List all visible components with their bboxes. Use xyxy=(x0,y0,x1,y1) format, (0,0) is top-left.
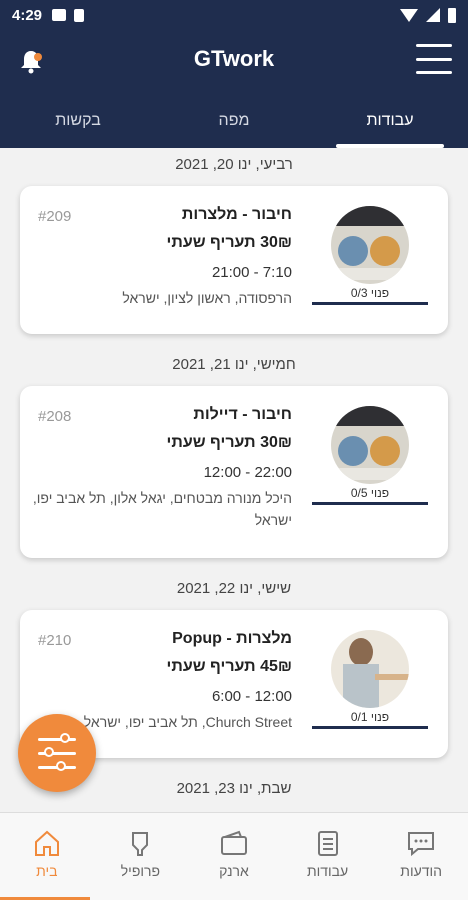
job-title: חיבור - מלצרות xyxy=(181,206,292,223)
nav-label: עבודות xyxy=(306,863,349,879)
job-image xyxy=(331,206,409,284)
tab-map[interactable]: מפה xyxy=(156,104,312,148)
date-header: רביעי, ינו 20, 2021 xyxy=(175,156,293,173)
app-title: GTwork xyxy=(193,46,275,71)
nav-home[interactable]: בית xyxy=(0,813,94,900)
wallet-icon xyxy=(220,830,247,855)
job-list[interactable]: רביעי, ינו 20, 2021 #209 חיבור - מלצרות … xyxy=(0,148,468,810)
menu-icon[interactable] xyxy=(416,44,452,74)
nav-label: הודעות xyxy=(400,863,443,879)
job-hours: 12:00 - 22:00 xyxy=(203,464,292,481)
gmail-icon xyxy=(52,9,67,21)
app-header: GTwork בקשות מפה עבודות xyxy=(0,30,468,148)
availability-count: פנוי 0/5 xyxy=(350,486,390,500)
signal-icon xyxy=(426,8,440,22)
clipboard-icon xyxy=(317,831,338,856)
nav-label: בית xyxy=(36,863,58,879)
bottom-nav: בית פרופיל ארנק עבודות הודעות xyxy=(0,812,468,900)
nav-jobs[interactable]: עבודות xyxy=(281,813,375,900)
job-title: חיבור - דיילות xyxy=(193,406,292,423)
job-image xyxy=(331,406,409,484)
nav-profile[interactable]: פרופיל xyxy=(94,813,188,900)
message-icon xyxy=(408,832,435,857)
job-rate: 30₪ תעריף שעתי xyxy=(166,234,293,251)
job-card[interactable]: #208 חיבור - דיילות 30₪ תעריף שעתי 12:00… xyxy=(20,386,448,558)
job-hours: 21:00 - 7:10 xyxy=(211,264,292,281)
availability-count: פנוי 0/3 xyxy=(350,286,390,300)
tab-bar: בקשות מפה עבודות xyxy=(0,104,468,148)
home-icon xyxy=(34,830,59,856)
date-header: שישי, ינו 22, 2021 xyxy=(176,580,292,597)
job-rate: 45₪ תעריף שעתי xyxy=(166,658,293,675)
tab-requests[interactable]: בקשות xyxy=(0,104,156,148)
availability-bar xyxy=(312,726,428,729)
availability-count: פנוי 0/1 xyxy=(350,710,390,724)
availability-bar xyxy=(312,502,428,505)
date-header: חמישי, ינו 21, 2021 xyxy=(172,356,296,373)
job-address: היכל מנורה מבטחים, יגאל אלון, תל אביב יפ… xyxy=(32,490,292,528)
job-image xyxy=(331,630,409,708)
job-card[interactable]: #209 חיבור - מלצרות 30₪ תעריף שעתי 21:00… xyxy=(20,186,448,334)
tab-jobs[interactable]: עבודות xyxy=(312,104,468,148)
job-title: Popup - מלצרות xyxy=(172,630,292,647)
status-bar: 4:29 xyxy=(0,0,468,30)
availability-bar xyxy=(312,302,428,305)
battery-icon xyxy=(448,7,456,23)
nav-label: ארנק xyxy=(219,863,249,879)
status-time: 4:29 xyxy=(12,6,43,24)
profile-icon xyxy=(132,832,149,856)
nav-label: פרופיל xyxy=(120,863,161,879)
job-hours: 6:00 - 12:00 xyxy=(211,688,292,705)
sim-icon xyxy=(74,8,85,22)
job-address: הרפסודה, ראשון לציון, ישראל xyxy=(122,290,292,306)
job-rate: 30₪ תעריף שעתי xyxy=(166,434,293,451)
filter-button[interactable] xyxy=(18,714,96,792)
nav-wallet[interactable]: ארנק xyxy=(187,813,281,900)
wifi-icon xyxy=(400,8,418,22)
nav-messages[interactable]: הודעות xyxy=(374,813,468,900)
